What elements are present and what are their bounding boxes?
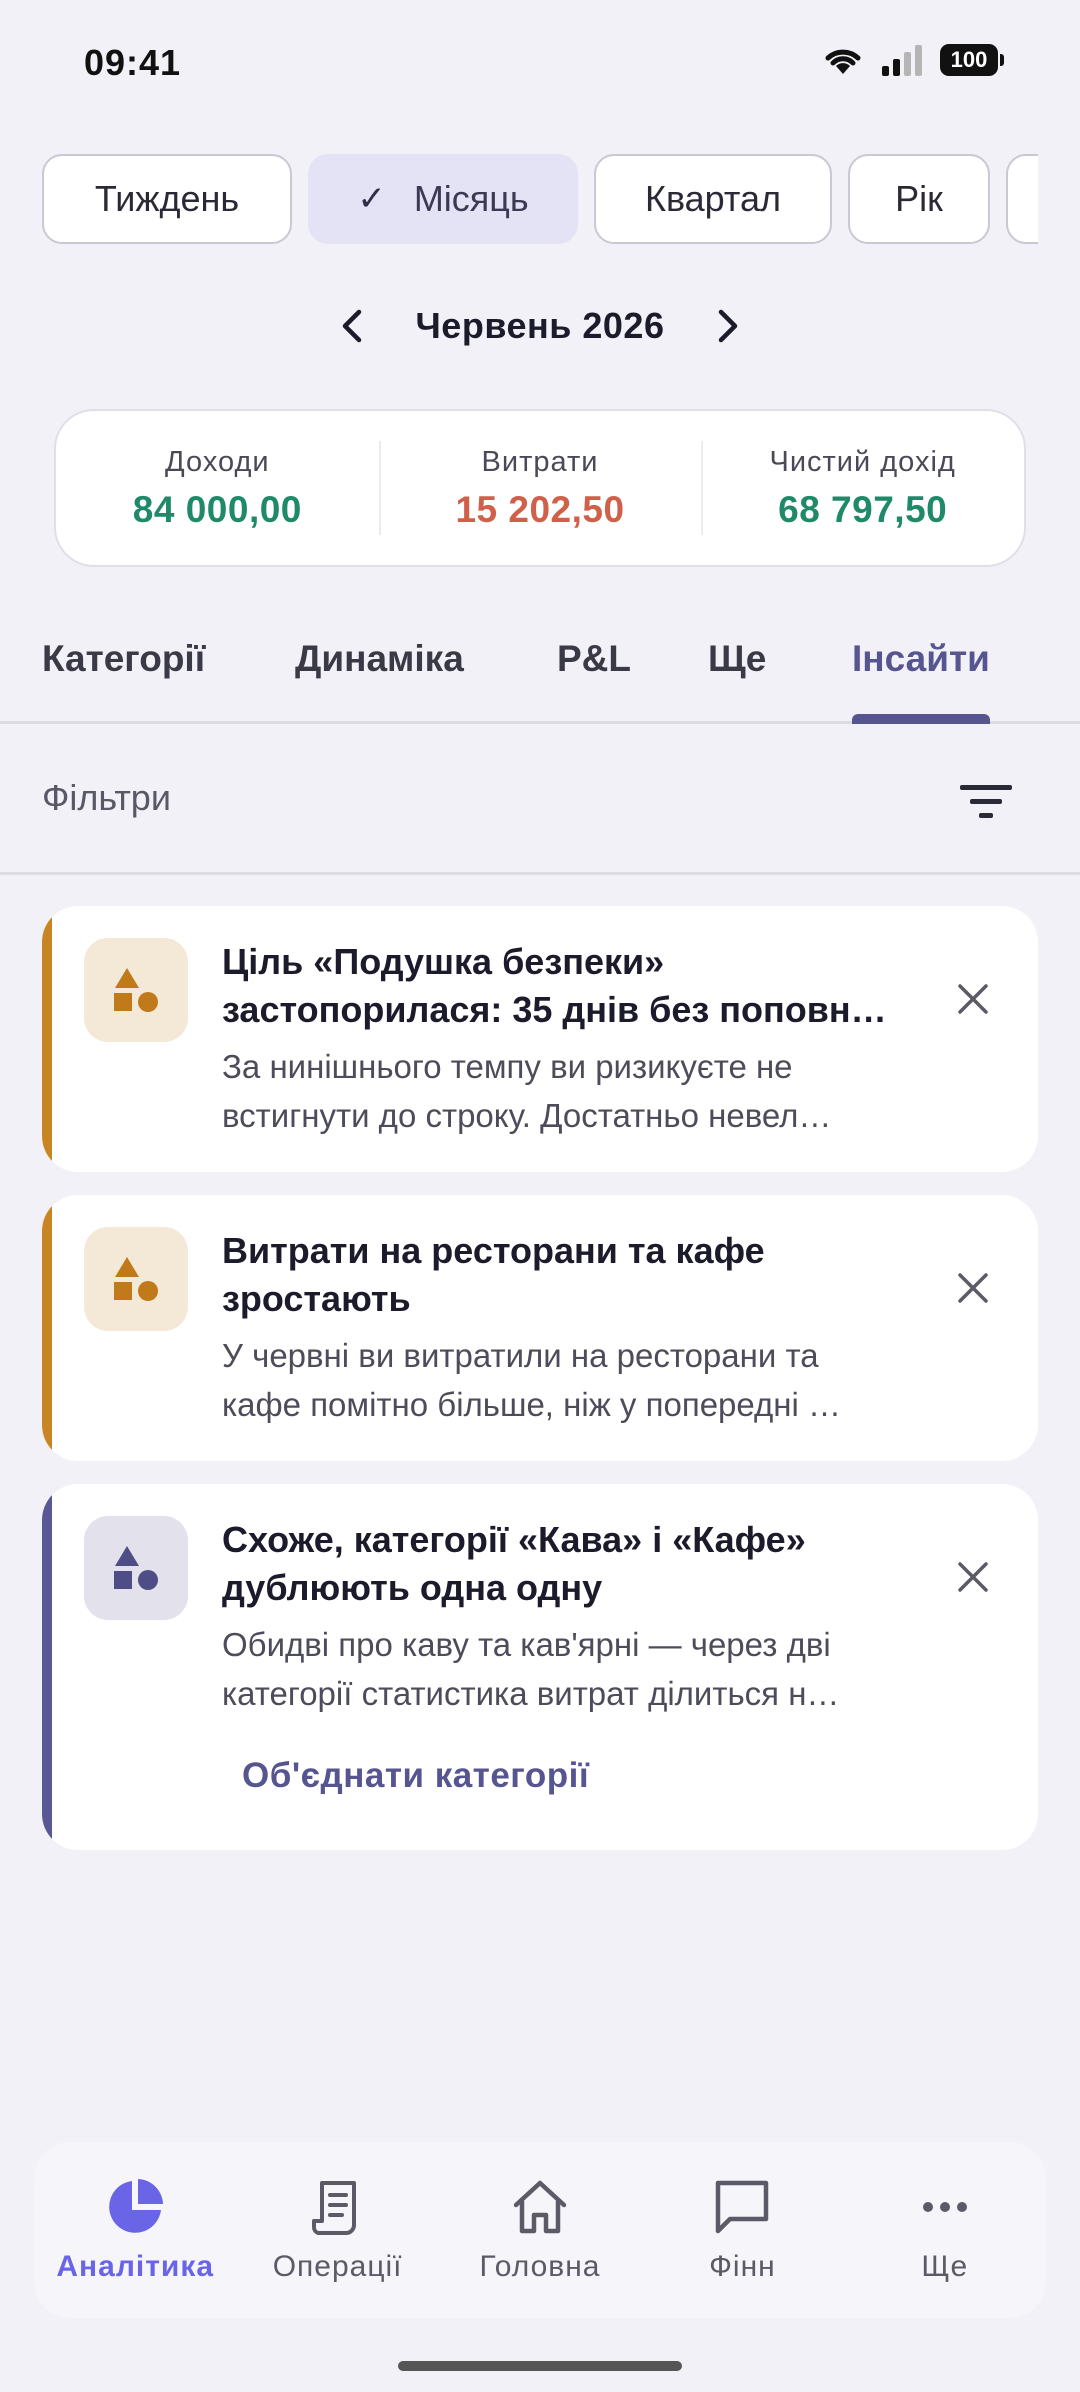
insight-title: Схоже, категорії «Кава» і «Кафе» дублюют… (222, 1516, 962, 1612)
check-icon: ✓ (357, 180, 386, 218)
shapes-icon (84, 1227, 188, 1331)
battery-icon: 100 (940, 44, 1004, 76)
tab-insights[interactable]: Інсайти (852, 638, 990, 680)
more-icon (910, 2172, 980, 2242)
dismiss-insight-button[interactable] (948, 974, 998, 1024)
nav-item-finn[interactable]: Фінн (641, 2142, 843, 2318)
period-chip-week[interactable]: Тиждень (42, 154, 292, 244)
status-icons: 100 (822, 44, 1004, 76)
nav-label: Фінн (709, 2250, 776, 2283)
dismiss-insight-button[interactable] (948, 1263, 998, 1313)
summary-expenses-label: Витрати (481, 445, 599, 478)
wifi-icon (825, 49, 861, 74)
bottom-nav: Аналітика Операції Головна Фінн Ще (34, 2142, 1046, 2318)
shapes-icon (84, 938, 188, 1042)
insight-title-line: Ціль «Подушка безпеки» (222, 941, 665, 982)
card-accent (42, 1195, 52, 1461)
insight-title-line: зростають (222, 1278, 411, 1319)
shapes-icon (84, 1516, 188, 1620)
summary-income: Доходи 84 000,00 (56, 411, 379, 565)
insight-title-line: Витрати на ресторани та кафе (222, 1230, 765, 1271)
insight-body-line: За нинішнього темпу ви ризикуєте не (222, 1048, 793, 1085)
insight-title-line: Схоже, категорії «Кава» і «Кафе» (222, 1519, 806, 1560)
status-time: 09:41 (84, 42, 182, 83)
summary-card: Доходи 84 000,00 Витрати 15 202,50 Чисти… (54, 409, 1026, 567)
summary-expenses-value: 15 202,50 (455, 488, 625, 530)
card-accent (42, 906, 52, 1172)
chat-icon (707, 2172, 777, 2242)
dismiss-insight-button[interactable] (948, 1552, 998, 1602)
summary-net-value: 68 797,50 (778, 488, 948, 530)
nav-item-more[interactable]: Ще (844, 2142, 1046, 2318)
period-chip-year[interactable]: Рік (848, 154, 990, 244)
period-chip-label: Тиждень (94, 178, 240, 219)
home-indicator[interactable] (398, 2361, 682, 2371)
chevron-right-icon (719, 309, 738, 343)
filter-icon[interactable] (956, 777, 1016, 827)
insight-title-line: застопорилася: 35 днів без поповн… (222, 989, 887, 1030)
tab-dynamics[interactable]: Динаміка (295, 638, 464, 680)
pie-chart-icon (100, 2172, 170, 2242)
summary-income-value: 84 000,00 (132, 488, 302, 530)
nav-label: Аналітика (56, 2250, 215, 2283)
battery-level: 100 (950, 47, 988, 72)
nav-item-analytics[interactable]: Аналітика (34, 2142, 236, 2318)
insight-body-line: категорії статистика витрат ділиться н… (222, 1675, 840, 1712)
home-icon (505, 2172, 575, 2242)
analytics-tabs: Категорії Динаміка P&L Ще Інсайти (0, 620, 1080, 724)
insight-card[interactable]: Схоже, категорії «Кава» і «Кафе» дублюют… (42, 1484, 1038, 1850)
summary-expenses: Витрати 15 202,50 (378, 411, 702, 565)
insight-card[interactable]: Ціль «Подушка безпеки» застопорилася: 35… (42, 906, 1038, 1172)
summary-income-label: Доходи (165, 445, 270, 478)
summary-net-label: Чистий дохід (769, 445, 956, 478)
insight-title-line: дублюють одна одну (222, 1567, 603, 1608)
tab-categories[interactable]: Категорії (42, 638, 205, 680)
chevron-left-icon (342, 309, 361, 343)
insight-title: Ціль «Подушка безпеки» застопорилася: 35… (222, 938, 962, 1034)
insight-card[interactable]: Витрати на ресторани та кафе зростають У… (42, 1195, 1038, 1461)
filters-label: Фільтри (42, 777, 171, 818)
merge-categories-button[interactable]: Об'єднати категорії (242, 1756, 589, 1796)
insight-body: Обидві про каву та кав'ярні — через дві … (222, 1620, 942, 1718)
period-chip-month[interactable]: ✓ Місяць (308, 154, 578, 244)
close-icon (958, 1273, 988, 1303)
nav-label: Операції (272, 2250, 403, 2283)
insight-body: За нинішнього темпу ви ризикуєте не всти… (222, 1042, 942, 1140)
card-accent (42, 1484, 52, 1850)
tab-indicator (852, 714, 990, 724)
period-selector: Тиждень ✓ Місяць Квартал Рік (42, 154, 1038, 246)
period-chip-custom[interactable] (1006, 154, 1038, 244)
insight-body: У червні ви витратили на ресторани та ка… (222, 1331, 942, 1429)
month-switcher: Червень 2026 (0, 290, 1080, 362)
insight-body-line: кафе помітно більше, ніж у попередні … (222, 1386, 842, 1423)
signal-icon (882, 45, 922, 76)
receipt-icon (303, 2172, 373, 2242)
close-icon (958, 984, 988, 1014)
tab-more[interactable]: Ще (708, 638, 766, 680)
filters-bar[interactable]: Фільтри (0, 727, 1080, 875)
period-chip-label: Квартал (644, 178, 782, 219)
insight-title: Витрати на ресторани та кафе зростають (222, 1227, 962, 1323)
nav-label: Головна (479, 2250, 601, 2283)
insight-body-line: Обидві про каву та кав'ярні — через дві (222, 1626, 831, 1663)
month-label: Червень 2026 (415, 305, 665, 346)
period-chip-quarter[interactable]: Квартал (594, 154, 832, 244)
insight-body-line: У червні ви витратили на ресторани та (222, 1337, 819, 1374)
prev-month-button[interactable] (322, 296, 382, 356)
period-chip-label: Місяць (413, 178, 529, 219)
status-bar: 09:41 100 (0, 0, 1080, 125)
next-month-button[interactable] (698, 296, 758, 356)
close-icon (958, 1562, 988, 1592)
insight-body-line: встигнути до строку. Достатньо невел… (222, 1097, 832, 1134)
tab-pnl[interactable]: P&L (557, 638, 631, 680)
nav-label: Ще (921, 2250, 969, 2283)
nav-item-home[interactable]: Головна (439, 2142, 641, 2318)
summary-net: Чистий дохід 68 797,50 (701, 411, 1024, 565)
period-chip-label: Рік (895, 178, 943, 219)
nav-item-operations[interactable]: Операції (236, 2142, 438, 2318)
